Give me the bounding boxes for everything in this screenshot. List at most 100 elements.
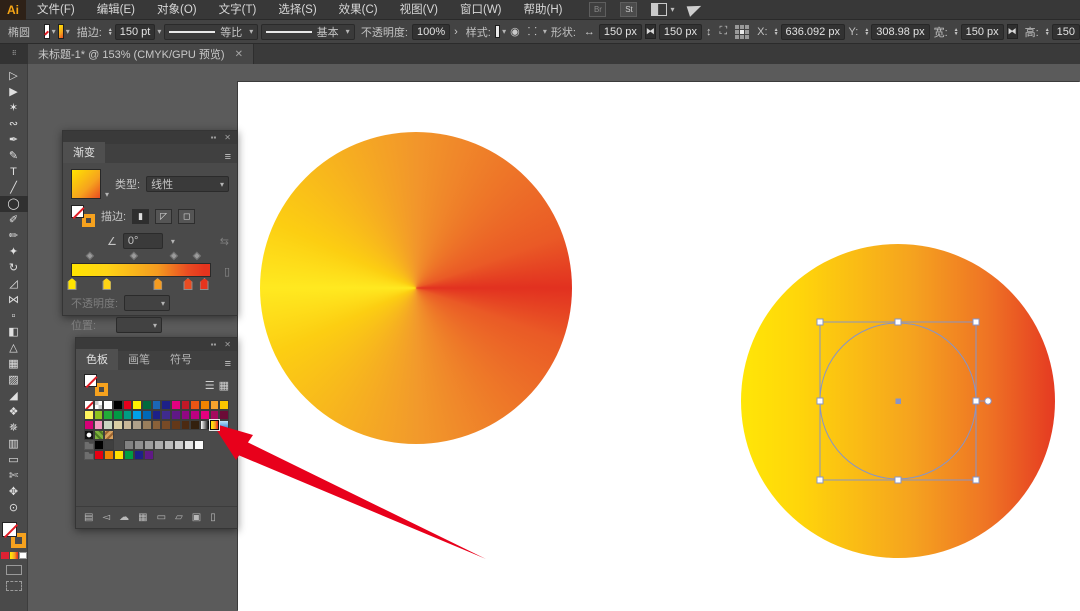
reverse-gradient-icon[interactable]: ⇆ xyxy=(220,235,229,248)
panel-menu-icon[interactable]: ≡ xyxy=(225,151,231,163)
type-tool[interactable]: T xyxy=(0,164,28,180)
shape-builder-tool[interactable]: ◧ xyxy=(0,324,28,340)
style-swatch[interactable] xyxy=(495,25,500,38)
swatches-fill-stroke-proxy[interactable] xyxy=(84,374,108,396)
gradient-slider[interactable]: ▯ xyxy=(71,263,211,277)
swatch[interactable] xyxy=(142,410,152,420)
ellipse-tool[interactable]: ◯ xyxy=(0,196,28,212)
bridge-icon[interactable]: Br xyxy=(589,2,606,17)
swatch[interactable] xyxy=(124,440,134,450)
swatch[interactable] xyxy=(181,420,191,430)
menu-item-S[interactable]: 选择(S) xyxy=(267,0,327,20)
align-icon[interactable]: ⸬ xyxy=(528,24,537,39)
swatch-pattern-green[interactable] xyxy=(94,430,104,440)
gradient-stop[interactable] xyxy=(183,278,192,290)
shape-width-field[interactable]: 150 px xyxy=(599,24,642,40)
drawing-mode-icon[interactable] xyxy=(6,565,22,575)
hand-tool[interactable]: ✥ xyxy=(0,484,28,500)
swatch[interactable] xyxy=(200,400,210,410)
grid-view-icon[interactable]: ▦ xyxy=(219,379,229,392)
swatch[interactable] xyxy=(94,440,104,450)
width-profile-select[interactable]: 等比 ▾ xyxy=(164,24,258,40)
swatch[interactable] xyxy=(132,410,142,420)
tab-swatches[interactable]: 色板 xyxy=(76,349,118,370)
swatch[interactable] xyxy=(104,440,114,450)
swatch[interactable] xyxy=(210,410,220,420)
swatch[interactable] xyxy=(161,420,171,430)
gradient-stop[interactable] xyxy=(102,278,111,290)
screen-mode-icon[interactable] xyxy=(6,581,22,591)
constrain-proportions-icon[interactable]: ⧓ xyxy=(1007,24,1018,39)
line-segment-tool[interactable]: ╱ xyxy=(0,180,28,196)
collapse-panel-icon[interactable]: ▪▪ xyxy=(211,133,217,142)
y-field[interactable]: 308.98 px xyxy=(871,24,929,40)
swatch-gradient-orange-selected[interactable] xyxy=(210,420,220,430)
delete-swatch-icon[interactable]: ▯ xyxy=(210,512,216,523)
collapse-panel-icon[interactable]: ▪▪ xyxy=(211,340,217,349)
menu-item-C[interactable]: 效果(C) xyxy=(328,0,389,20)
gradient-preview-thumbnail[interactable] xyxy=(71,169,101,199)
swatch[interactable] xyxy=(190,420,200,430)
shaper-tool[interactable]: ✦ xyxy=(0,244,28,260)
swatch[interactable] xyxy=(194,440,204,450)
opacity-field[interactable]: 100% xyxy=(412,24,450,40)
stroke-swatch[interactable] xyxy=(58,24,64,39)
stock-icon[interactable]: St xyxy=(620,2,637,17)
swatches-fill-proxy[interactable] xyxy=(84,374,97,387)
menu-item-F[interactable]: 文件(F) xyxy=(26,0,86,20)
gradient-fill-proxy[interactable] xyxy=(71,205,84,218)
swatch[interactable] xyxy=(84,420,94,430)
list-view-icon[interactable]: ☰ xyxy=(205,379,215,392)
y-stepper[interactable]: ▲▼ xyxy=(864,28,869,36)
tab-symbols[interactable]: 符号 xyxy=(160,349,202,370)
gradient-midpoint[interactable] xyxy=(129,252,137,260)
swatch[interactable] xyxy=(152,400,162,410)
chevron-down-icon[interactable]: ▾ xyxy=(543,27,547,36)
x-stepper[interactable]: ▲▼ xyxy=(774,28,779,36)
swatch[interactable] xyxy=(132,400,142,410)
brush-definition-select[interactable]: 基本 ▾ xyxy=(261,24,355,40)
mesh-tool[interactable]: ▦ xyxy=(0,356,28,372)
free-transform-tool[interactable]: ▫ xyxy=(0,308,28,324)
fill-swatch[interactable] xyxy=(44,24,50,39)
width-tool[interactable]: ⋈ xyxy=(0,292,28,308)
gradient-stop[interactable] xyxy=(200,278,209,290)
paintbrush-tool[interactable]: ✐ xyxy=(0,212,28,228)
new-color-group-icon[interactable]: ▱ xyxy=(175,512,183,523)
workspace-switcher[interactable]: ▾ xyxy=(651,3,674,16)
chevron-down-icon[interactable]: ▾ xyxy=(66,27,70,36)
link-dimensions-icon[interactable]: ⧓ xyxy=(645,24,656,39)
gradient-mode-icon[interactable] xyxy=(10,552,18,559)
swatch[interactable] xyxy=(210,400,220,410)
color-mode-icon[interactable] xyxy=(1,552,9,559)
swatch[interactable] xyxy=(113,400,123,410)
swatch[interactable] xyxy=(94,410,104,420)
reference-point-icon[interactable] xyxy=(735,25,749,39)
shape-height-field[interactable]: 150 px xyxy=(659,24,702,40)
rotate-tool[interactable]: ↻ xyxy=(0,260,28,276)
swatch[interactable] xyxy=(171,410,181,420)
eyedropper-tool[interactable]: ◢ xyxy=(0,388,28,404)
cloud-sync-icon[interactable]: ☁ xyxy=(119,512,129,523)
width-stepper[interactable]: ▲▼ xyxy=(954,28,959,36)
swatch[interactable] xyxy=(200,410,210,420)
swatch[interactable] xyxy=(190,400,200,410)
swatch-pattern-dots[interactable] xyxy=(84,430,94,440)
stroke-across-icon[interactable]: ◻ xyxy=(178,209,195,224)
swatch[interactable] xyxy=(219,400,229,410)
selection-tool[interactable]: ▷ xyxy=(0,68,28,84)
swatch[interactable] xyxy=(114,450,124,460)
stroke-weight-stepper[interactable]: ▲▼ xyxy=(108,28,113,36)
swatch[interactable] xyxy=(113,420,123,430)
swatch-gradient-bw[interactable] xyxy=(200,420,210,430)
magic-wand-tool[interactable]: ✶ xyxy=(0,100,28,116)
menu-item-W[interactable]: 窗口(W) xyxy=(449,0,513,20)
column-graph-tool[interactable]: ▥ xyxy=(0,436,28,452)
recolor-artwork-icon[interactable]: ◉ xyxy=(510,25,520,38)
symbol-sprayer-tool[interactable]: ✵ xyxy=(0,420,28,436)
close-tab-icon[interactable]: ✕ xyxy=(235,49,243,60)
swatch[interactable] xyxy=(132,420,142,430)
stroke-within-icon[interactable]: ▮ xyxy=(132,209,149,224)
swatch-none[interactable] xyxy=(84,400,94,410)
perspective-grid-tool[interactable]: △ xyxy=(0,340,28,356)
